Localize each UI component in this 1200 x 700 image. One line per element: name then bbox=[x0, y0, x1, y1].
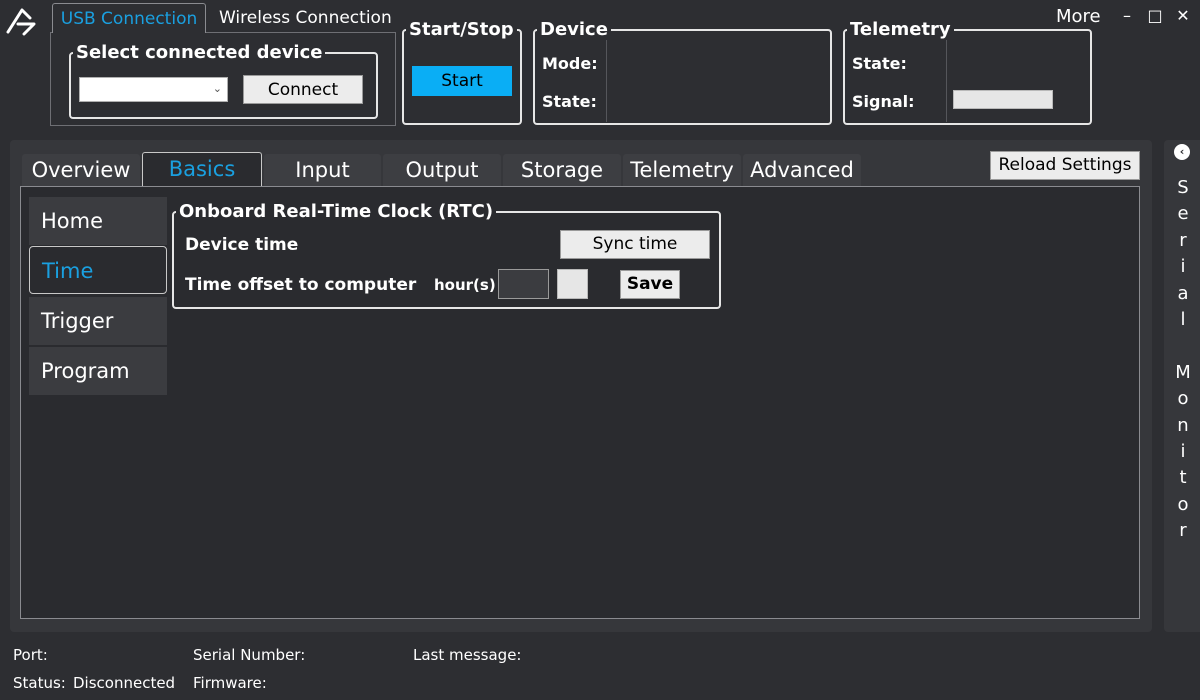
device-time-label: Device time bbox=[185, 235, 299, 255]
rtc-title: Onboard Real-Time Clock (RTC) bbox=[179, 201, 494, 222]
port-label: Port: bbox=[13, 646, 48, 664]
more-menu[interactable]: More bbox=[1056, 6, 1101, 27]
close-icon[interactable]: ✕ bbox=[1172, 6, 1194, 25]
sync-time-button[interactable]: Sync time bbox=[560, 230, 710, 259]
tab-telemetry[interactable]: Telemetry bbox=[623, 154, 741, 187]
tab-advanced[interactable]: Advanced bbox=[743, 154, 861, 187]
tab-storage[interactable]: Storage bbox=[503, 154, 621, 187]
tab-overview[interactable]: Overview bbox=[22, 154, 140, 187]
sidebar-item-time[interactable]: Time bbox=[29, 246, 167, 294]
status-label: Status: bbox=[13, 674, 66, 692]
maximize-icon[interactable]: □ bbox=[1144, 6, 1166, 25]
minimize-icon[interactable]: – bbox=[1116, 6, 1138, 25]
device-dropdown[interactable]: ⌄ bbox=[79, 77, 228, 102]
sidebar-item-home[interactable]: Home bbox=[29, 197, 167, 245]
serial-number-label: Serial Number: bbox=[193, 646, 306, 664]
tab-wireless-connection[interactable]: Wireless Connection bbox=[209, 3, 402, 33]
start-stop-title: Start/Stop bbox=[409, 19, 514, 40]
sidebar-item-program[interactable]: Program bbox=[29, 347, 167, 395]
chevron-down-icon: ⌄ bbox=[212, 82, 222, 95]
tab-basics[interactable]: Basics bbox=[142, 152, 262, 187]
serial-monitor-label: S e r i a l M o n i t o r bbox=[1175, 177, 1191, 542]
tab-usb-connection[interactable]: USB Connection bbox=[52, 3, 206, 33]
signal-strength-bar bbox=[953, 90, 1053, 109]
app-logo-icon bbox=[4, 4, 40, 36]
device-state-label: State: bbox=[542, 92, 597, 111]
firmware-label: Firmware: bbox=[193, 674, 267, 692]
time-offset-input[interactable] bbox=[498, 269, 549, 299]
hours-unit-label: hour(s) bbox=[434, 276, 496, 294]
telemetry-signal-label: Signal: bbox=[852, 92, 915, 111]
device-divider bbox=[606, 40, 607, 122]
tab-input[interactable]: Input bbox=[264, 154, 381, 187]
telemetry-state-label: State: bbox=[852, 54, 907, 73]
status-value: Disconnected bbox=[73, 674, 176, 692]
last-message-label: Last message: bbox=[413, 646, 522, 664]
tab-output[interactable]: Output bbox=[383, 154, 501, 187]
device-title: Device bbox=[540, 19, 608, 40]
connect-button[interactable]: Connect bbox=[243, 75, 363, 104]
reload-settings-button[interactable]: Reload Settings bbox=[990, 151, 1140, 180]
time-offset-checkbox[interactable] bbox=[557, 269, 588, 299]
start-button[interactable]: Start bbox=[412, 66, 512, 96]
telemetry-divider bbox=[946, 40, 947, 122]
sidebar-item-trigger[interactable]: Trigger bbox=[29, 297, 167, 345]
save-button[interactable]: Save bbox=[620, 270, 680, 299]
select-device-title: Select connected device bbox=[76, 42, 323, 63]
telemetry-title: Telemetry bbox=[850, 19, 951, 40]
chevron-left-icon[interactable]: ‹ bbox=[1174, 144, 1190, 160]
time-offset-label: Time offset to computer bbox=[185, 275, 417, 295]
device-mode-label: Mode: bbox=[542, 54, 598, 73]
